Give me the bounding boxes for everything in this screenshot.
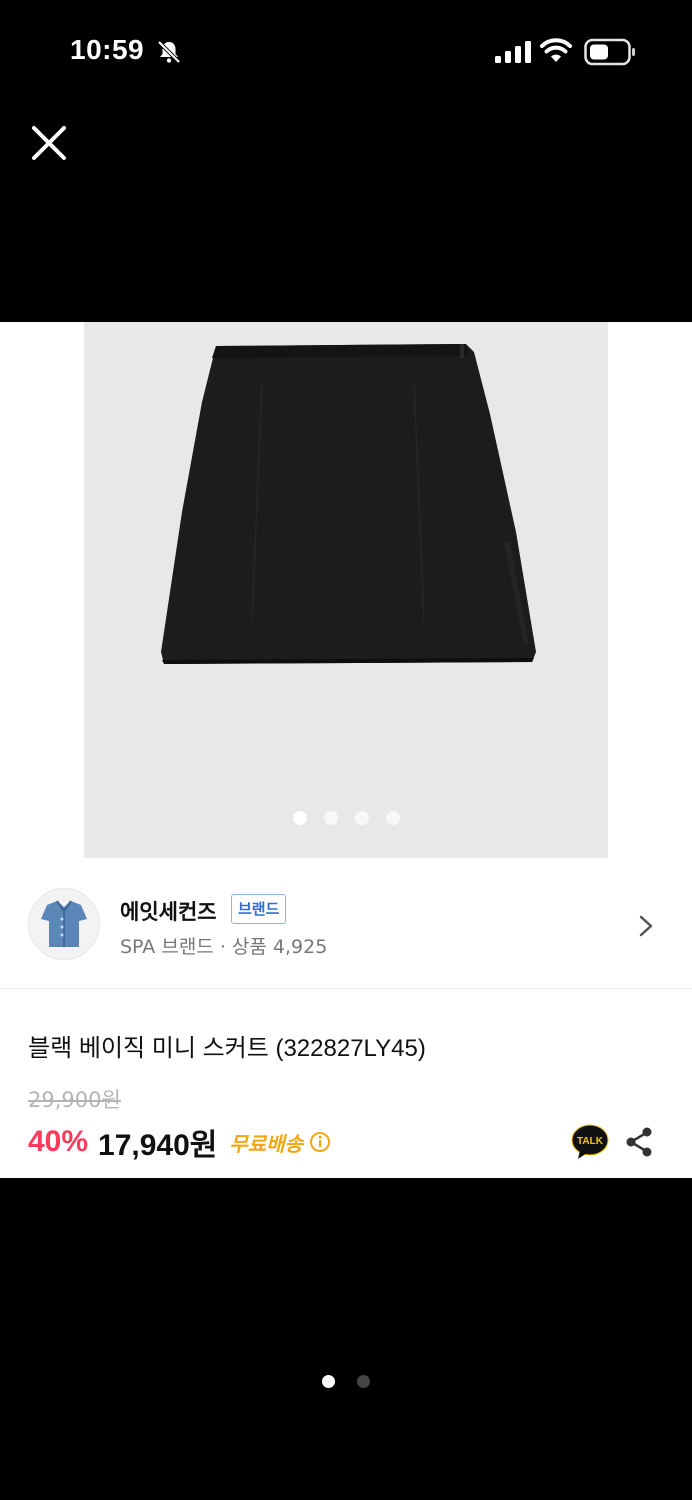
share-icon[interactable] — [624, 1126, 654, 1158]
signal-icon — [495, 41, 531, 63]
bell-slash-icon — [157, 40, 181, 64]
kakaotalk-share-button[interactable]: TALK — [570, 1122, 610, 1162]
image-dot[interactable] — [385, 811, 400, 825]
status-time: 10:59 — [70, 34, 145, 65]
brand-name[interactable]: 에잇세컨즈 — [120, 896, 217, 926]
brand-row[interactable]: 에잇세컨즈 브랜드 SPA 브랜드 · 상품 4,925 — [0, 882, 692, 988]
discount-rate: 40% — [28, 1125, 89, 1158]
price-row: 40% 17,940원 무료배송 — [28, 1122, 331, 1162]
brand-sub: SPA 브랜드 · 상품 4,925 — [120, 936, 328, 958]
chevron-right-icon — [639, 915, 653, 937]
image-carousel-dots — [84, 811, 608, 825]
page-dot[interactable] — [357, 1375, 370, 1388]
close-button[interactable] — [24, 118, 74, 168]
product-title: 블랙 베이직 미니 스커트 (322827LY45) — [28, 1035, 426, 1062]
sale-price: 17,940원 — [98, 1129, 218, 1162]
skirt-illustration — [161, 344, 536, 664]
close-icon — [32, 126, 66, 160]
page-indicator — [0, 1375, 692, 1388]
original-price: 29,900원 — [28, 1088, 121, 1112]
status-bar: 10:59 — [0, 0, 692, 100]
page-dot[interactable] — [322, 1375, 335, 1388]
product-image[interactable] — [84, 322, 608, 858]
image-dot[interactable] — [292, 811, 307, 825]
info-icon[interactable] — [309, 1131, 331, 1153]
divider — [0, 988, 692, 989]
wifi-icon — [540, 38, 572, 62]
image-dot[interactable] — [323, 811, 338, 825]
talk-label: TALK — [577, 1136, 604, 1147]
battery-icon — [584, 38, 635, 66]
free-shipping-label: 무료배송 — [229, 1131, 304, 1156]
brand-avatar-image — [29, 889, 99, 959]
brand-avatar — [28, 888, 100, 960]
product-preview-sheet: 에잇세컨즈 브랜드 SPA 브랜드 · 상품 4,925 블랙 베이직 미니 스… — [0, 322, 692, 1178]
image-dot[interactable] — [354, 811, 369, 825]
brand-badge: 브랜드 — [231, 894, 287, 924]
kakaotalk-icon: TALK — [571, 1124, 609, 1159]
